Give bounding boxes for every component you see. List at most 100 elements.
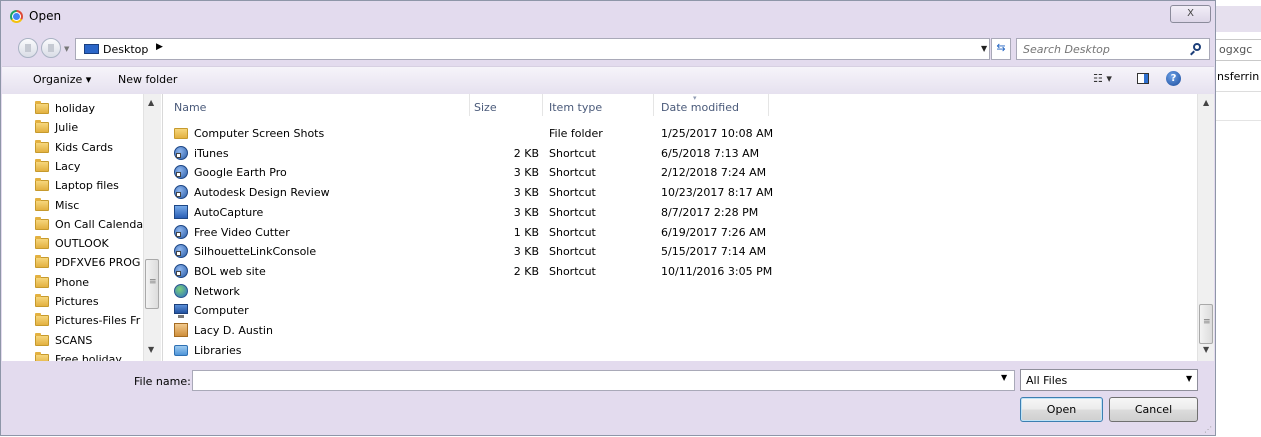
scroll-thumb[interactable] [1199,304,1213,344]
nav-folder-item[interactable]: Kids Cards [35,139,151,157]
search-input[interactable] [1023,41,1183,57]
back-button[interactable] [18,38,38,58]
folder-icon [35,216,49,230]
nav-folder-label: holiday [55,102,96,115]
file-name: SilhouetteLinkConsole [194,245,317,259]
nav-folder-item[interactable]: Pictures [35,293,151,311]
nav-folder-item[interactable]: Julie [35,119,151,137]
nav-folder-label: Free holiday [55,352,122,361]
resize-grip-icon[interactable]: ⋰ [1204,425,1212,434]
preview-pane-icon[interactable] [1137,73,1149,84]
nav-folder-item[interactable]: PDFXVE6 PROG [35,254,151,272]
column-header-size-label: Size [474,101,497,114]
search-icon[interactable] [1193,43,1201,51]
file-list-scrollbar[interactable]: ▲ ▼ [1197,94,1214,361]
nav-folder-item[interactable]: holiday [35,100,151,118]
file-size: 3 KB [513,245,539,259]
file-type-filter[interactable]: All Files ▼ [1020,369,1198,391]
nav-folder-item[interactable]: Lacy [35,158,151,176]
nav-folder-label: Pictures [55,295,99,308]
file-type: Shortcut [549,146,596,160]
file-date: 1/25/2017 10:08 AM [661,127,774,140]
breadcrumb-desktop[interactable]: Desktop [103,43,148,56]
file-date: 6/19/2017 7:26 AM [661,225,767,239]
navigation-pane: holiday Julie Kids Cards Lacy Laptop files Mi… [2,94,163,361]
column-header-name[interactable]: Name [163,94,473,116]
folder-icon [35,120,49,134]
file-name-field[interactable]: ▼ [192,370,1015,391]
file-row[interactable]: AutoCapture 3 KB Shortcut 8/7/2017 2:28 PM [163,202,1193,222]
change-view-icon[interactable]: ☷ ▾ [1093,72,1112,85]
nav-folder-label: On Call Calendar [55,217,148,231]
file-row[interactable]: Autodesk Design Review 3 KB Shortcut 10/23/… [163,182,1193,202]
folder-icon [35,313,49,327]
filter-chevron-down-icon[interactable]: ▼ [1186,374,1192,383]
nav-folder-item[interactable]: Pictures-Files Fr [35,312,151,330]
file-name: iTunes [194,146,229,160]
scroll-down-icon[interactable]: ▼ [148,345,154,354]
column-header-date-label: Date modified [661,101,739,114]
file-name-chevron-down-icon[interactable]: ▼ [1001,373,1007,382]
organize-button[interactable]: Organize ▾ [33,73,91,86]
command-bar: Organize ▾ New folder ☷ ▾ ? [2,66,1214,95]
address-bar[interactable]: Desktop ▶ ▼ [75,38,990,60]
new-folder-button[interactable]: New folder [118,73,177,86]
search-box[interactable] [1016,38,1210,60]
navigation-scrollbar[interactable]: ▲ ▼ [143,94,161,361]
open-button[interactable]: Open [1020,397,1103,422]
folder-icon [35,255,49,269]
file-row[interactable]: Lacy D. Austin [163,320,1193,340]
nav-folder-label: Laptop files [55,179,119,193]
file-list: Name Size Item type Date modified ▾ Comp… [163,94,1214,361]
close-button[interactable]: X [1170,5,1211,23]
scroll-thumb[interactable] [145,259,159,309]
scroll-down-icon[interactable]: ▼ [1203,345,1209,354]
folder-icon [174,128,188,139]
column-header-type[interactable]: Item type [543,94,653,116]
refresh-button[interactable]: ⇆ [991,38,1011,60]
forward-button[interactable] [41,38,61,58]
nav-folder-item[interactable]: OUTLOOK [35,235,151,253]
nav-folder-item[interactable]: Phone [35,274,151,292]
help-icon[interactable]: ? [1166,71,1181,86]
nav-folder-item[interactable]: Laptop files [35,177,151,195]
nav-folder-item[interactable]: Misc [35,197,151,215]
scroll-up-icon[interactable]: ▲ [148,98,154,107]
cancel-button[interactable]: Cancel [1109,397,1198,422]
nav-folder-item[interactable]: Free holiday [35,351,151,361]
file-row[interactable]: Libraries [163,340,1193,360]
libraries-icon [174,344,188,356]
file-row[interactable]: BOL web site 2 KB Shortcut 10/11/2016 3:05 … [163,261,1193,281]
file-type: Shortcut [549,205,596,219]
file-row[interactable]: Free Video Cutter 1 KB Shortcut 6/19/2017 7… [163,222,1193,242]
file-type: File folder [549,127,603,140]
file-row[interactable]: Google Earth Pro 3 KB Shortcut 2/12/2018 7:… [163,162,1193,182]
file-type: Shortcut [549,245,596,259]
shortcut-icon [174,244,188,259]
file-name-input[interactable] [196,373,986,388]
nav-folder-item[interactable]: SCANS [35,332,151,350]
column-header-date[interactable]: Date modified [654,94,768,116]
address-row: ▼ Desktop ▶ ▼ ⇆ [1,35,1215,63]
file-size: 1 KB [513,225,539,239]
column-header-size[interactable]: Size [470,94,542,116]
column-divider[interactable] [768,94,769,116]
nav-folder-item[interactable]: On Call Calendar [35,216,151,234]
nav-folder-label: PDFXVE6 PROG [55,256,141,270]
nav-folder-label: OUTLOOK [55,237,109,251]
file-size: 3 KB [513,186,539,200]
file-row[interactable]: SilhouetteLinkConsole 3 KB Shortcut 5/15/20… [163,241,1193,261]
file-row[interactable]: Computer [163,300,1193,320]
breadcrumb-chevron-right-icon[interactable]: ▶ [156,42,163,52]
background-text-fragment: nsferrin [1217,70,1260,83]
title-bar[interactable]: Open X [1,1,1215,31]
file-row[interactable]: Network [163,281,1193,301]
recent-pages-chevron-icon[interactable]: ▼ [64,45,69,53]
user-folder-icon [174,323,188,337]
file-row[interactable]: iTunes 2 KB Shortcut 6/5/2018 7:13 AM [163,143,1193,163]
file-name: Computer Screen Shots [194,127,325,140]
nav-folder-label: Kids Cards [55,140,113,154]
scroll-up-icon[interactable]: ▲ [1203,98,1209,107]
address-history-chevron-down-icon[interactable]: ▼ [981,39,991,59]
file-row[interactable]: Computer Screen Shots File folder 1/25/201… [163,123,1193,143]
